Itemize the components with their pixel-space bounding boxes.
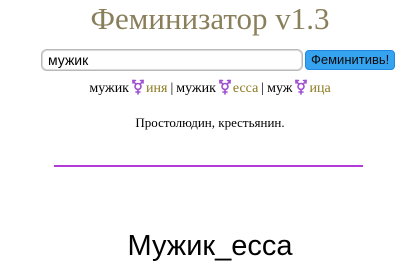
variant-root: муж: [267, 81, 293, 96]
variant-suffix: ица: [309, 81, 331, 96]
variant-option[interactable]: мужик иня: [89, 79, 168, 96]
variant-separator: |: [170, 81, 174, 96]
transgender-symbol-icon: [219, 79, 231, 95]
feminize-button[interactable]: Феминитивь!: [305, 50, 396, 70]
variant-suffix: иня: [146, 81, 168, 96]
app-title: Феминизатор v1.3: [90, 1, 330, 36]
word-definition: Простолюдин, крестьянин.: [135, 115, 285, 130]
result-word: Мужик_есса: [127, 230, 293, 262]
variants-line: мужик иня | мужик есса | муж ица: [0, 79, 420, 98]
divider: [54, 165, 363, 167]
transgender-symbol-icon: [295, 79, 308, 95]
variant-option[interactable]: мужик есса: [176, 79, 259, 96]
variant-root: мужик: [89, 81, 129, 96]
variant-separator: |: [261, 81, 265, 96]
variant-option[interactable]: муж ица: [267, 79, 331, 96]
transgender-symbol-icon: [132, 79, 144, 95]
feminizer-page: Феминизатор v1.3 Феминитивь! мужикиня|му…: [0, 0, 420, 280]
word-input[interactable]: [41, 49, 303, 71]
variant-suffix: есса: [232, 81, 259, 96]
variant-root: мужик: [176, 81, 216, 96]
